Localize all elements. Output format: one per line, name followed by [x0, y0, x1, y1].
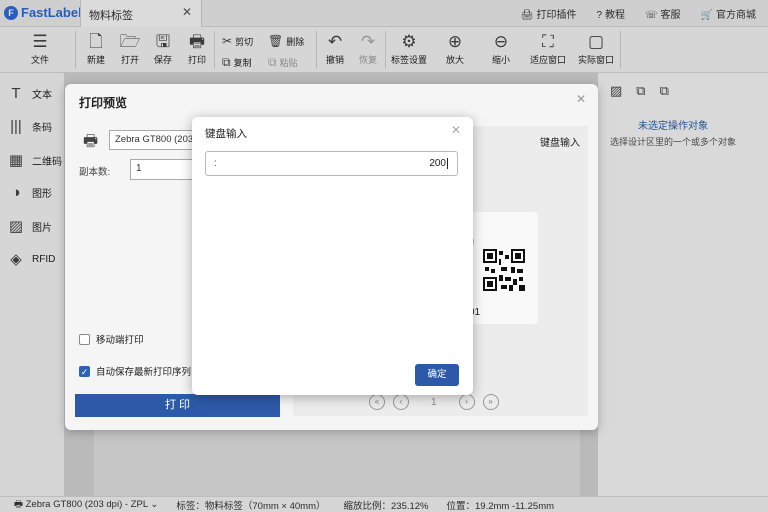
- close-icon[interactable]: ✕: [576, 92, 586, 106]
- dialog-title: 键盘输入: [205, 128, 247, 140]
- text-caret: [447, 158, 448, 169]
- keyboard-input-label: 键盘输入: [540, 138, 580, 149]
- qr-code-image: [483, 249, 525, 291]
- first-page-icon[interactable]: «: [369, 394, 385, 410]
- next-page-icon[interactable]: ›: [458, 394, 475, 410]
- print-submit-button[interactable]: 打 印: [75, 394, 280, 417]
- input-value: 200: [429, 158, 448, 170]
- page-number: 1: [431, 396, 437, 408]
- copies-label: 副本数:: [79, 167, 111, 178]
- printer-icon: 🖶: [83, 133, 99, 150]
- keyboard-input-dialog: 键盘输入 ✕ : 200 确定: [192, 117, 473, 395]
- close-icon[interactable]: ✕: [451, 123, 461, 137]
- dialog-title: 打印预览: [79, 96, 128, 110]
- input-prefix: :: [214, 158, 217, 169]
- last-page-icon[interactable]: »: [482, 394, 499, 410]
- confirm-button[interactable]: 确定: [415, 364, 459, 386]
- mobile-print-checkbox[interactable]: [79, 333, 90, 345]
- prev-page-icon[interactable]: ‹: [393, 394, 409, 410]
- auto-save-checkbox[interactable]: ✓: [79, 365, 90, 377]
- preview-pager: « ‹ 1 › »: [369, 394, 499, 410]
- auto-save-option[interactable]: ✓ 自动保存最新打印序列: [79, 364, 191, 378]
- mobile-print-option[interactable]: 移动端打印: [79, 332, 144, 346]
- keyboard-value-input[interactable]: : 200: [205, 151, 458, 176]
